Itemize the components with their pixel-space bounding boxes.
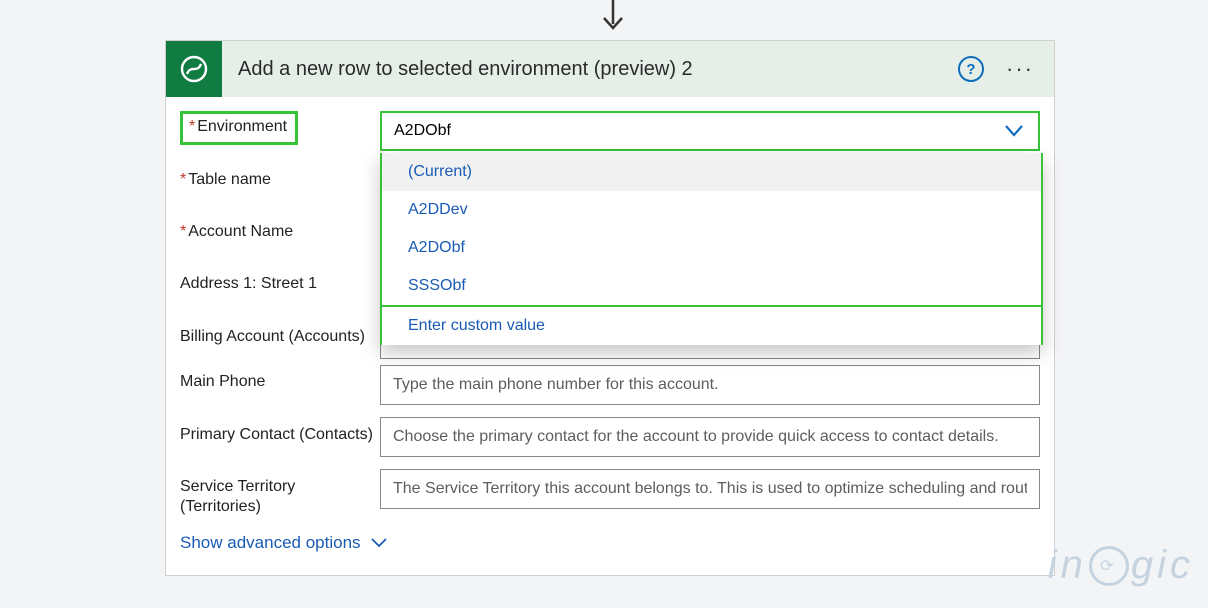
service-territory-label: Service Territory (Territories) <box>180 478 295 515</box>
environment-label: Environment <box>197 118 287 135</box>
action-card: Add a new row to selected environment (p… <box>165 40 1055 576</box>
primary-contact-label: Primary Contact (Contacts) <box>180 426 373 443</box>
required-asterisk: * <box>180 171 186 188</box>
watermark-suffix: gic <box>1131 543 1194 588</box>
environment-input[interactable] <box>382 113 1038 149</box>
billing-account-label: Billing Account (Accounts) <box>180 328 365 345</box>
account-name-label: Account Name <box>188 223 293 240</box>
dataverse-swirl-icon <box>179 54 209 84</box>
main-phone-input[interactable] <box>380 365 1040 405</box>
service-territory-input[interactable] <box>380 469 1040 509</box>
primary-contact-input[interactable] <box>380 417 1040 457</box>
address1-street1-label: Address 1: Street 1 <box>180 275 317 292</box>
connector-arrow-down-icon <box>598 0 628 36</box>
environment-dropdown[interactable] <box>380 111 1040 151</box>
table-name-label: Table name <box>188 171 271 188</box>
environment-dropdown-list: (Current) A2DDev A2DObf SSSObf Enter cus… <box>380 153 1043 345</box>
environment-label-highlight: *Environment <box>180 111 298 145</box>
dropdown-enter-custom-value[interactable]: Enter custom value <box>382 307 1041 345</box>
show-advanced-options-link[interactable]: Show advanced options <box>180 533 1040 553</box>
chevron-down-icon <box>371 538 387 548</box>
watermark: in ⟳ gic <box>1048 543 1194 588</box>
required-asterisk: * <box>180 223 186 240</box>
dropdown-option-current[interactable]: (Current) <box>382 153 1041 191</box>
main-phone-label: Main Phone <box>180 373 265 390</box>
watermark-prefix: in <box>1048 543 1087 588</box>
dropdown-option-sssobf[interactable]: SSSObf <box>382 267 1041 305</box>
show-advanced-options-label: Show advanced options <box>180 533 361 553</box>
more-menu-icon[interactable]: ··· <box>1006 56 1034 82</box>
required-asterisk: * <box>189 118 195 135</box>
dataverse-icon <box>166 41 222 97</box>
dropdown-option-a2ddev[interactable]: A2DDev <box>382 191 1041 229</box>
watermark-logo-icon: ⟳ <box>1089 546 1129 586</box>
action-header[interactable]: Add a new row to selected environment (p… <box>166 41 1054 97</box>
action-title: Add a new row to selected environment (p… <box>222 58 958 81</box>
help-icon[interactable]: ? <box>958 56 984 82</box>
dropdown-option-a2dobf[interactable]: A2DObf <box>382 229 1041 267</box>
